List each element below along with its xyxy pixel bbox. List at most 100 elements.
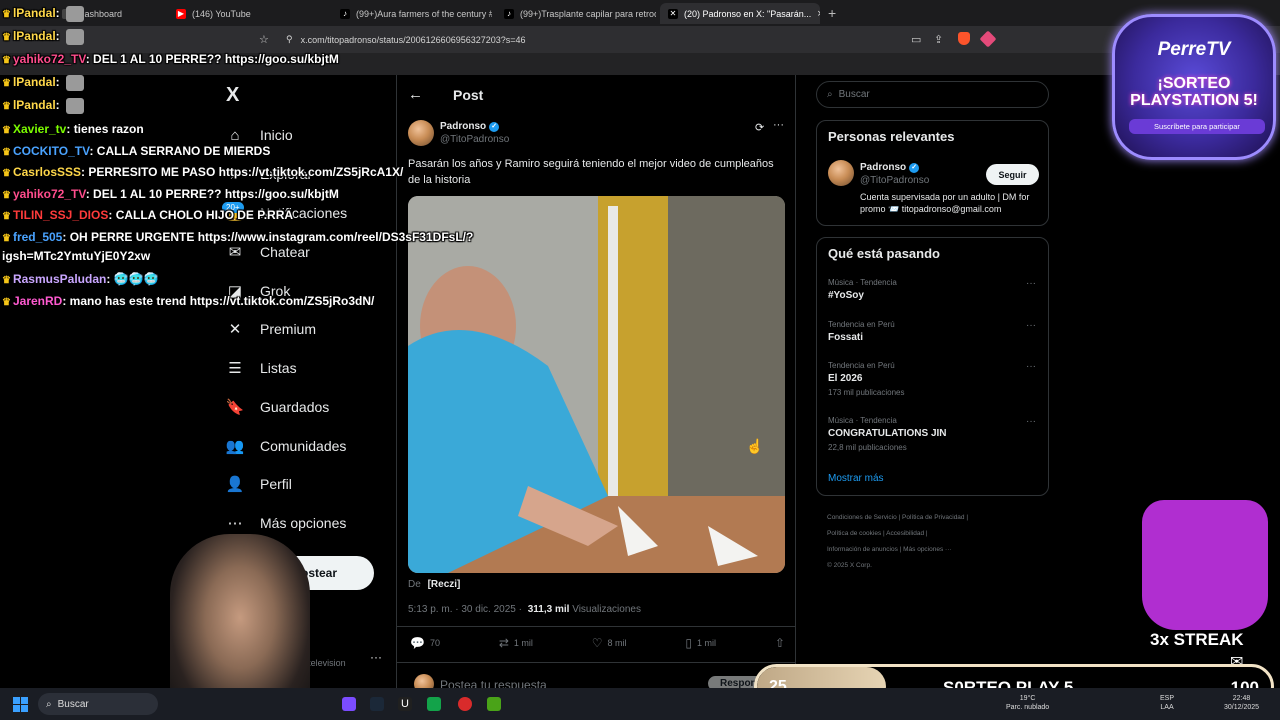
url-field[interactable]: ⚲ x.com/titopadronso/status/200612660695… [278, 30, 1018, 49]
weather-temp: 19°C [1019, 695, 1036, 702]
show-more-link[interactable]: Mostrar más [828, 473, 884, 484]
footer-links[interactable]: Condiciones de Servicio | Política de Pr… [827, 510, 1057, 526]
reply-input[interactable]: Postea tu respuesta [440, 678, 547, 688]
nav-listas[interactable]: ☰ Listas [226, 356, 296, 380]
app-icon[interactable] [342, 697, 356, 711]
relevant-name: Padronso [860, 162, 907, 173]
trend-more-icon[interactable]: ··· [1026, 416, 1036, 427]
trend-item[interactable]: Música · Tendencia #YoSoy [828, 276, 897, 303]
nav-perfil[interactable]: 👤 Perfil [226, 472, 292, 496]
chat-message: ♛ lPandal: [2, 75, 84, 91]
follow-button[interactable]: Seguir [986, 164, 1039, 185]
video-player[interactable] [408, 196, 785, 573]
trend-more-icon[interactable]: ··· [1026, 278, 1036, 289]
close-tab-icon[interactable]: × [817, 8, 820, 20]
chat-message: ♛ CasrlosSSS: PERRESITO ME PASO https://v… [2, 165, 403, 179]
account-more-icon[interactable]: ··· [370, 650, 382, 664]
post-author[interactable]: Padronso ✓ @TitoPadronso [440, 120, 509, 146]
chat-text: tienes razon [73, 122, 144, 136]
home-icon: ⌂ [230, 126, 240, 144]
chat-message: ♛ lPandal: [2, 6, 84, 22]
chat-separator: : [85, 52, 94, 66]
trend-item[interactable]: Música · Tendencia CONGRATULATIONS JIN 2… [828, 414, 947, 454]
search-icon: ⌕ [827, 89, 833, 100]
tab-x-padronso[interactable]: ✕ (20) Padronso en X: "Pasarán... × [660, 3, 820, 24]
cat-emote-icon [66, 29, 84, 45]
trend-item[interactable]: Tendencia en Perú Fossati [828, 318, 895, 345]
trend-title: Fossati [828, 332, 864, 343]
cat-emote-icon [66, 98, 84, 114]
nav-guardados[interactable]: 🔖 Guardados [225, 395, 330, 419]
repost-button[interactable]: ⇄ 1 mil [499, 636, 533, 650]
url-text: x.com/titopadronso/status/20061266069563… [300, 34, 526, 45]
from-user[interactable]: [Reczi] [428, 579, 461, 590]
language-indicator[interactable]: ESP LAA [1160, 694, 1174, 712]
bookmark-icon: 🔖 [225, 399, 245, 416]
cast-icon[interactable]: ▭ [911, 33, 921, 46]
relevant-title: Personas relevantes [828, 129, 955, 144]
chat-text: DEL 1 AL 10 PERRE?? https://goo.su/kbjtM [93, 187, 339, 201]
grok-explain-icon[interactable]: ⟳ [755, 121, 764, 134]
tab-tiktok-aura[interactable]: ♪ (99+)Aura farmers of the century #a... [332, 3, 492, 24]
crown-badge-icon: ♛ [2, 297, 11, 308]
x-logo[interactable]: X [226, 84, 239, 107]
chat-separator: : [55, 75, 63, 90]
trend-more-icon[interactable]: ··· [1026, 320, 1036, 331]
author-avatar[interactable] [408, 120, 434, 146]
mouse-cursor-icon: ☝ [746, 438, 764, 454]
app-icon[interactable] [487, 697, 501, 711]
youtube-icon: ▶ [176, 8, 186, 19]
crown-badge-icon: ♛ [2, 190, 11, 201]
chat-username: COCKITO_TV [12, 144, 90, 158]
relevant-user[interactable]: Padronso ✓ @TitoPadronso [860, 161, 929, 187]
tiktok-icon: ♪ [504, 8, 514, 19]
tab-label: Dashboard [78, 8, 123, 19]
taskbar-search-label: Buscar [57, 698, 89, 710]
app-icon[interactable] [427, 697, 441, 711]
new-tab-button[interactable]: + [828, 5, 836, 21]
post-source: De [Reczi] [408, 579, 460, 590]
my-avatar [414, 674, 434, 688]
like-button[interactable]: ♡ 8 mil [592, 636, 627, 650]
search-input[interactable]: ⌕ Buscar [816, 81, 1049, 108]
post-time[interactable]: 5:13 p. m. · 30 dic. 2025 · [408, 604, 522, 615]
weather-widget[interactable]: 19°C Parc. nublado [1006, 694, 1049, 712]
windows-start-icon[interactable] [13, 697, 28, 712]
reply-button[interactable]: 💬 70 [410, 636, 440, 650]
chat-username: lPandal [12, 29, 56, 44]
nav-mas-opciones[interactable]: ⋯ Más opciones [226, 511, 347, 535]
post-header: ← Post [408, 86, 483, 103]
footer-links[interactable]: Política de cookies | Accesibilidad | [827, 526, 1057, 542]
post-more-icon[interactable]: ··· [773, 119, 784, 131]
trend-item[interactable]: Tendencia en Perú El 2026 173 mil public… [828, 359, 905, 399]
author-name: Padronso [440, 121, 487, 132]
site-info-icon[interactable]: ⚲ [286, 34, 293, 45]
trend-context: Tendencia en Perú [828, 320, 895, 329]
lang-code: ESP [1160, 695, 1175, 702]
repost-count: 1 mil [513, 638, 533, 648]
relevant-handle: @TitoPadronso [860, 175, 930, 186]
tab-tiktok-trasplante[interactable]: ♪ (99+)Trasplante capilar para retroce..… [496, 3, 656, 24]
share-icon[interactable]: ⇪ [934, 33, 943, 46]
chat-separator: : [108, 208, 116, 222]
nav-comunidades[interactable]: 👥 Comunidades [226, 434, 347, 458]
taskbar-search[interactable]: ⌕ Buscar [38, 693, 158, 715]
trend-more-icon[interactable]: ··· [1026, 361, 1036, 372]
post-header-title: Post [453, 86, 484, 103]
back-arrow-icon[interactable]: ← [408, 86, 423, 103]
tab-youtube[interactable]: ▶ (146) YouTube [168, 3, 328, 24]
steam-icon[interactable] [370, 697, 384, 711]
nav-premium[interactable]: ✕ Premium [226, 317, 316, 341]
brave-shield-icon[interactable] [958, 32, 970, 45]
tweet-text: Pasarán los años y Ramiro seguirá tenien… [408, 158, 774, 186]
share-button[interactable]: ⇧ [775, 636, 785, 650]
app-icon[interactable]: U [398, 697, 412, 711]
app-icon[interactable] [458, 697, 472, 711]
trend-title: #YoSoy [828, 290, 864, 301]
relevant-avatar[interactable] [828, 160, 854, 186]
bookmark-page-icon[interactable]: ☆ [259, 33, 269, 46]
bookmark-button[interactable]: ▯ 1 mil [685, 636, 716, 650]
bookmark-count: 1 mil [697, 638, 717, 648]
clock[interactable]: 22:48 30/12/2025 [1224, 694, 1259, 712]
footer-links[interactable]: Información de anuncios | Más opciones ·… [827, 542, 1057, 558]
